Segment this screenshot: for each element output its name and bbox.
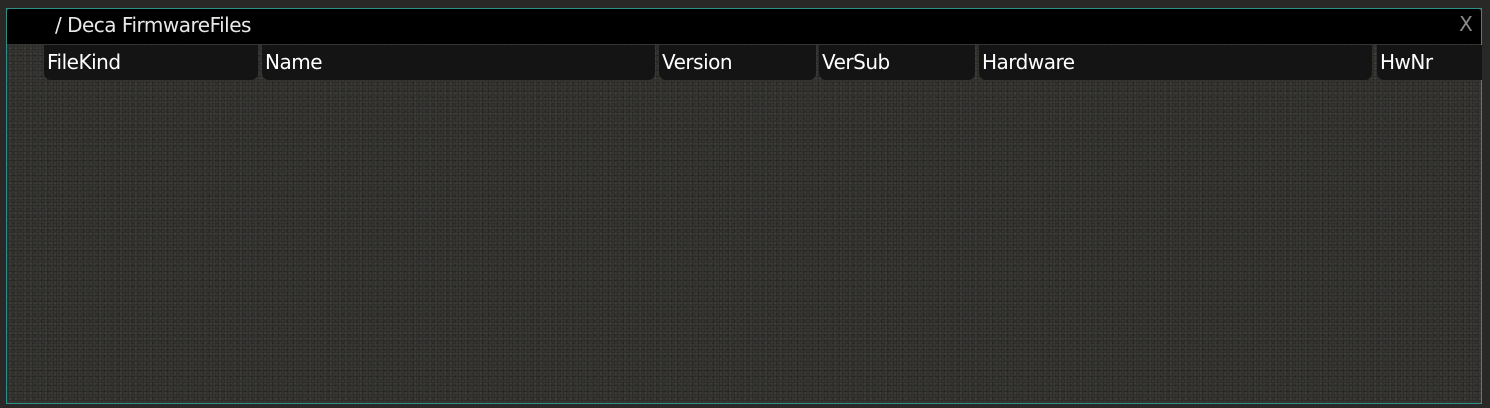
close-button[interactable]: X (1455, 11, 1477, 37)
table-body[interactable] (7, 82, 1481, 403)
column-header-filekind[interactable]: FileKind (44, 45, 258, 80)
window-title: / Deca FirmwareFiles (55, 13, 251, 37)
column-header-name[interactable]: Name (262, 45, 655, 80)
firmware-files-window: / Deca FirmwareFiles X FileKind Name Ver… (6, 8, 1482, 404)
table-header: FileKind Name Version VerSub Hardware Hw… (7, 44, 1482, 82)
column-header-versub[interactable]: VerSub (819, 45, 975, 80)
column-header-version[interactable]: Version (659, 45, 816, 80)
column-header-hardware[interactable]: Hardware (979, 45, 1372, 80)
title-bar[interactable]: / Deca FirmwareFiles X (7, 9, 1481, 44)
column-header-hwnr[interactable]: HwNr (1377, 45, 1482, 80)
